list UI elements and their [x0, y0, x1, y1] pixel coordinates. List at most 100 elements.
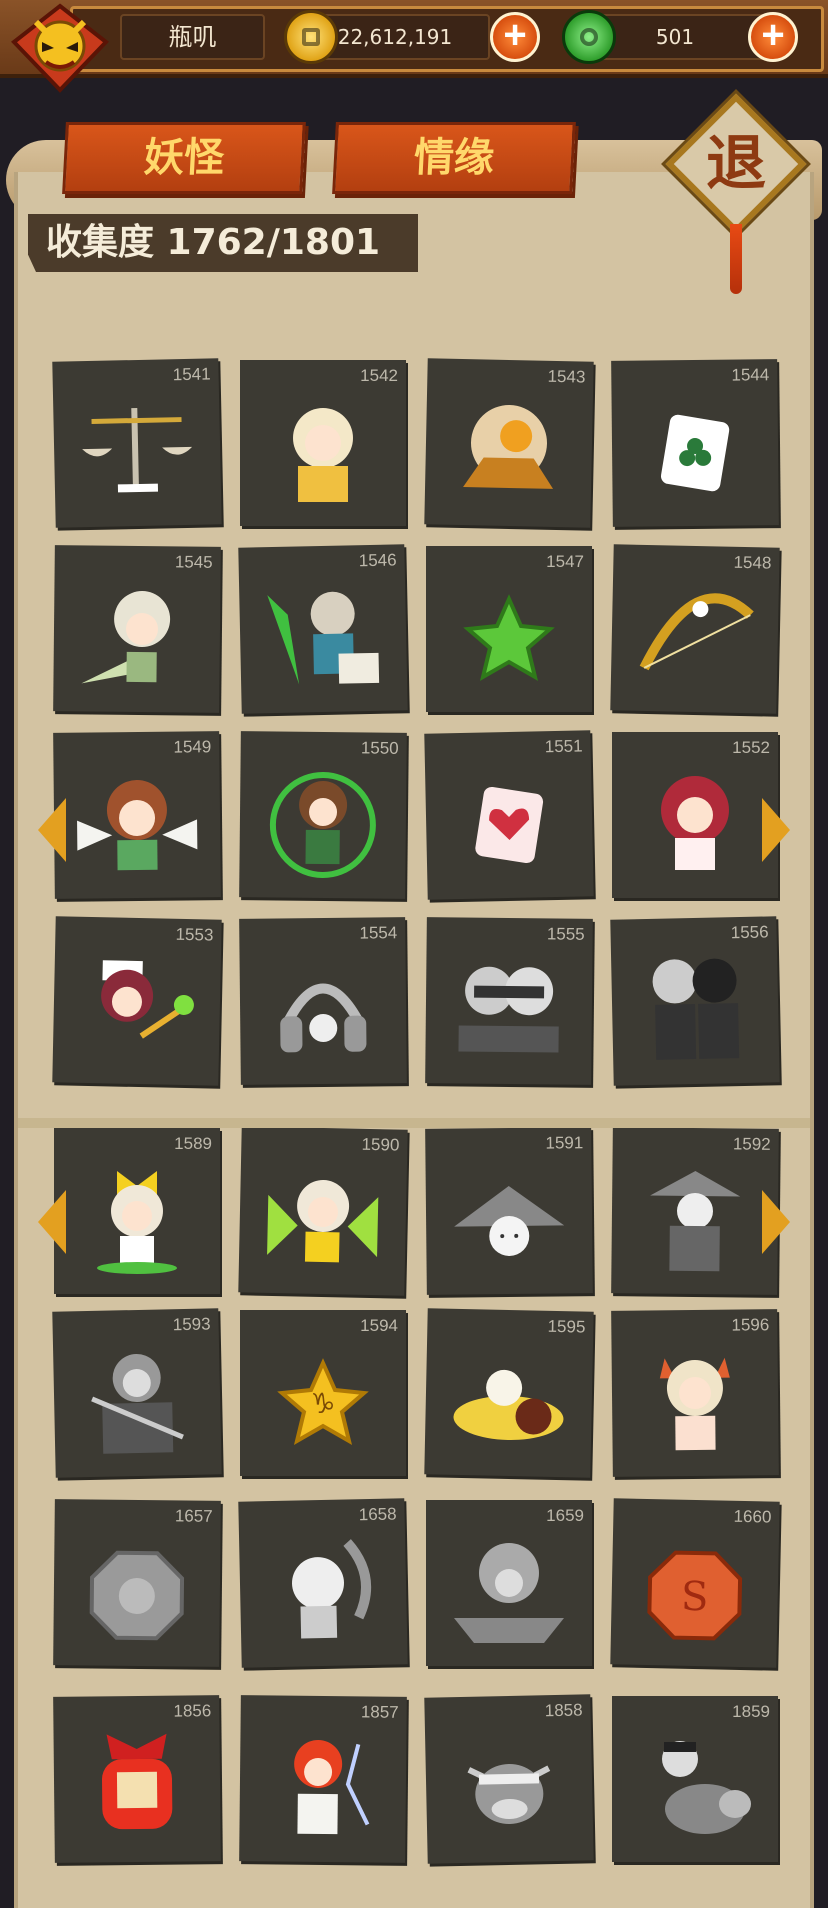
- collection-card[interactable]: 1545: [53, 545, 221, 713]
- card-number: 1554: [359, 923, 398, 943]
- collection-card[interactable]: 1542: [240, 360, 406, 526]
- collection-card[interactable]: 1593: [52, 1308, 222, 1478]
- card-number: 1589: [174, 1134, 212, 1153]
- ox-rider-icon: [630, 1724, 760, 1848]
- svg-text:S: S: [681, 1574, 709, 1621]
- collection-card[interactable]: 1857: [239, 1695, 407, 1863]
- ox-head-icon: [443, 1723, 576, 1850]
- collection-card[interactable]: 1856: [53, 1695, 221, 1863]
- collection-card[interactable]: 1547: [426, 546, 592, 712]
- collection-card[interactable]: 1595: [424, 1308, 594, 1478]
- next-page-arrow-icon[interactable]: [762, 798, 790, 862]
- bow-icon: [629, 573, 762, 700]
- card-number: 1658: [358, 1504, 397, 1525]
- helmet-kid-icon: [71, 573, 202, 698]
- balance-scale-icon: [71, 387, 204, 514]
- prev-page-arrow-icon[interactable]: [38, 1190, 66, 1254]
- collection-card[interactable]: 1657: [53, 1499, 221, 1667]
- card-number: 1545: [174, 552, 213, 572]
- robot-duo-icon: [629, 945, 762, 1072]
- octagon-seal-icon: [71, 1527, 202, 1652]
- collection-card[interactable]: 1544: [611, 359, 779, 527]
- player-name: 瓶叽: [120, 14, 265, 60]
- heart-card-icon: [443, 759, 576, 886]
- card-number: 1544: [731, 365, 770, 385]
- green-star-icon: [444, 574, 574, 698]
- card-number: 1553: [175, 924, 214, 945]
- collection-card[interactable]: 1541: [52, 358, 222, 528]
- card-number: 1543: [547, 366, 586, 387]
- card-number: 1548: [733, 552, 772, 573]
- card-number: 1556: [730, 922, 769, 943]
- bow-girl-icon: [72, 1156, 202, 1280]
- fire-hero-icon: [257, 1723, 388, 1848]
- collection-card[interactable]: 1589: [54, 1128, 220, 1294]
- collection-card[interactable]: 1543: [424, 358, 594, 528]
- collection-card[interactable]: 1556: [610, 916, 780, 1086]
- gold-coin-icon: [284, 10, 338, 64]
- collection-card[interactable]: 1660 S: [610, 1498, 780, 1668]
- collection-card[interactable]: 1658: [238, 1498, 408, 1668]
- fortune-doll-icon: [71, 1723, 202, 1848]
- collection-card[interactable]: 1592: [611, 1127, 779, 1295]
- lion-dance-icon: [444, 1528, 574, 1652]
- card-number: 1595: [547, 1316, 586, 1337]
- tassel-icon: [730, 224, 742, 294]
- collection-card[interactable]: 1548: [610, 544, 780, 714]
- card-number: 1547: [546, 552, 584, 571]
- club-card-icon: [629, 387, 760, 512]
- card-number: 1859: [732, 1702, 770, 1721]
- tab-romance[interactable]: 情缘: [332, 122, 576, 194]
- card-number: 1541: [172, 364, 211, 385]
- collection-card[interactable]: 1554: [239, 917, 407, 1085]
- collection-card[interactable]: 1859: [612, 1696, 778, 1862]
- collection-card[interactable]: 1594 ♑: [240, 1310, 406, 1476]
- jade-coin-icon: [562, 10, 616, 64]
- card-number: 1552: [732, 738, 770, 757]
- collection-card[interactable]: 1659: [426, 1500, 592, 1666]
- collection-card[interactable]: 1546: [238, 544, 408, 714]
- card-number: 1856: [173, 1701, 212, 1721]
- add-gold-button[interactable]: +: [490, 12, 540, 62]
- section-divider: [18, 1118, 810, 1128]
- collection-card[interactable]: 1549: [53, 731, 221, 899]
- dj-duo-icon: [443, 945, 574, 1070]
- collection-card[interactable]: 1552: [612, 732, 778, 898]
- collection-card[interactable]: 1858: [424, 1694, 594, 1864]
- winged-hero-icon: [258, 388, 388, 512]
- nurse-girl-icon: [71, 945, 204, 1072]
- collection-card[interactable]: 1550: [239, 731, 407, 899]
- collection-card[interactable]: 1551: [424, 730, 594, 900]
- knight-rider-icon: [257, 573, 390, 700]
- collection-card[interactable]: 1553: [52, 916, 222, 1086]
- card-number: 1592: [732, 1134, 771, 1154]
- collection-card[interactable]: 1591: [425, 1127, 593, 1295]
- general-icon: [71, 1337, 204, 1464]
- add-jade-button[interactable]: +: [748, 12, 798, 62]
- card-number: 1594: [360, 1316, 398, 1335]
- horn-girl-icon: [629, 1337, 760, 1462]
- card-number: 1542: [360, 366, 398, 385]
- exit-button[interactable]: 退: [661, 89, 811, 294]
- svg-text:♑: ♑: [310, 1387, 335, 1420]
- headphones-icon: [257, 945, 388, 1070]
- angel-archer-icon: [257, 759, 388, 884]
- card-number: 1549: [173, 737, 212, 757]
- collection-card[interactable]: 1596: [611, 1309, 779, 1477]
- card-number: 1555: [546, 924, 585, 944]
- card-number: 1591: [545, 1133, 584, 1153]
- prev-page-arrow-icon[interactable]: [38, 798, 66, 862]
- straw-hat-icon: [443, 1155, 574, 1280]
- card-number: 1550: [360, 738, 399, 758]
- card-number: 1551: [544, 736, 583, 757]
- tab-yokai[interactable]: 妖怪: [62, 122, 306, 194]
- collection-card[interactable]: 1555: [425, 917, 593, 1085]
- next-page-arrow-icon[interactable]: [762, 1190, 790, 1254]
- player-avatar[interactable]: [6, 2, 114, 94]
- nature-girl-icon: [257, 1155, 390, 1282]
- collection-card[interactable]: 1590: [238, 1126, 408, 1296]
- card-number: 1857: [360, 1702, 399, 1722]
- dragon-kid-icon: [257, 1527, 390, 1654]
- red-seal-icon: S: [629, 1527, 762, 1654]
- card-number: 1596: [731, 1315, 770, 1335]
